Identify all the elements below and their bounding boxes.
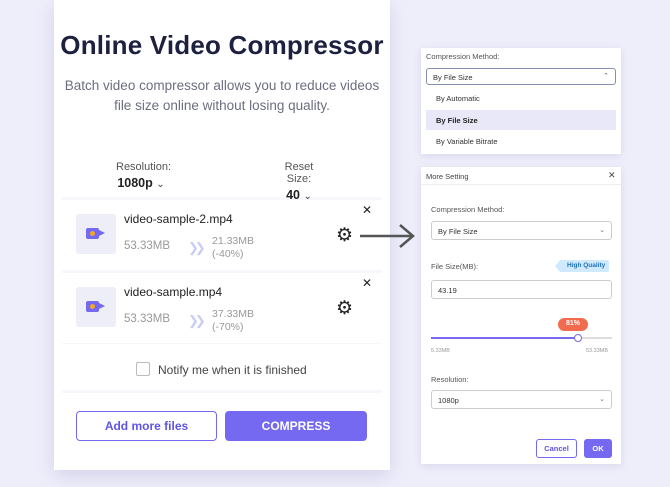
compress-button[interactable]: COMPRESS [225, 411, 367, 441]
resolution-value: 1080p [117, 176, 153, 190]
file-size-value: 43.19 [438, 286, 457, 295]
compression-method-dropdown: Compression Method: By File Size ⌃ By Au… [421, 48, 621, 154]
resolution-select[interactable]: Resolution: 1080p ⌄ [116, 161, 171, 190]
compressed-size: 21.33MB (-40%) [212, 235, 255, 260]
slider-percent-badge: 81% [558, 318, 588, 331]
ok-button[interactable]: OK [584, 439, 612, 458]
option-by-file-size[interactable]: By File Size [426, 110, 616, 130]
resolution-select[interactable]: 1080p ⌄ [431, 390, 612, 409]
gear-icon[interactable]: ⚙ [336, 226, 353, 245]
options-bar: Resolution: 1080p ⌄ Reset Size: 40 ⌄ [62, 150, 382, 202]
video-thumbnail-icon [76, 214, 116, 254]
dropdown-options: By Automatic By File Size By Variable Bi… [426, 88, 616, 154]
close-icon[interactable]: ✕ [362, 203, 372, 217]
notify-checkbox[interactable] [136, 362, 150, 376]
chevron-down-icon: ⌄ [156, 179, 165, 190]
arrow-right-icon [360, 224, 415, 248]
original-size: 53.33MB [124, 240, 171, 252]
method-select[interactable]: By File Size ⌄ [431, 221, 612, 240]
double-chevron-right-icon: ❯❯ [188, 240, 206, 255]
method-label: Compression Method: [431, 205, 505, 214]
resolution-label: Resolution: [431, 375, 469, 384]
slider-min-label: 5.33MB [431, 348, 450, 354]
chevron-up-icon: ⌃ [603, 73, 609, 80]
file-panel: Resolution: 1080p ⌄ Reset Size: 40 ⌄ vid… [62, 150, 382, 454]
file-size-slider[interactable] [431, 334, 612, 342]
resolution-label: Resolution: [116, 161, 172, 173]
notify-row: Notify me when it is finished [62, 344, 382, 390]
resolution-value: 1080p [438, 396, 459, 405]
slider-handle[interactable] [573, 334, 582, 342]
reset-size-select[interactable]: Reset Size: 40 ⌄ [272, 161, 326, 202]
dropdown-label: Compression Method: [426, 52, 500, 61]
original-size: 53.33MB [124, 313, 171, 325]
file-name: video-sample-2.mp4 [124, 212, 233, 226]
video-thumbnail-icon [76, 287, 116, 327]
method-value: By File Size [438, 227, 478, 236]
notify-label: Notify me when it is finished [158, 363, 307, 377]
file-name: video-sample.mp4 [124, 285, 223, 299]
action-bar: Add more files COMPRESS [62, 393, 382, 454]
dialog-title: More Setting [426, 172, 469, 181]
cancel-button[interactable]: Cancel [536, 439, 577, 458]
selected-value: By File Size [433, 73, 473, 82]
option-by-automatic[interactable]: By Automatic [426, 88, 616, 108]
chevron-down-icon: ⌄ [599, 396, 605, 403]
close-icon[interactable]: ✕ [608, 170, 616, 181]
compression-method-select[interactable]: By File Size ⌃ [426, 68, 616, 85]
page-title: Online Video Compressor [60, 30, 384, 60]
file-row: video-sample.mp4 53.33MB ❯❯ 37.33MB (-70%… [62, 273, 382, 343]
slider-max-label: 53.33MB [586, 348, 609, 354]
file-size-input[interactable]: 43.19 [431, 280, 612, 299]
double-chevron-right-icon: ❯❯ [188, 313, 206, 328]
slider-fill [431, 337, 578, 339]
option-by-variable-bitrate[interactable]: By Variable Bitrate [426, 131, 616, 151]
dialog-header: More Setting ✕ [421, 167, 621, 185]
file-size-label: File Size(MB): [431, 262, 479, 271]
compressed-size: 37.33MB (-70%) [212, 308, 255, 333]
close-icon[interactable]: ✕ [362, 276, 372, 290]
quality-badge: High Quality [554, 260, 610, 272]
file-row: video-sample-2.mp4 53.33MB ❯❯ 21.33MB (-4… [62, 200, 382, 270]
more-setting-dialog: More Setting ✕ Compression Method: By Fi… [421, 167, 621, 464]
chevron-down-icon: ⌄ [599, 227, 605, 234]
reset-size-label: Reset Size: [284, 161, 314, 185]
add-more-files-button[interactable]: Add more files [76, 411, 217, 441]
page-subtitle: Batch video compressor allows you to red… [64, 78, 380, 113]
gear-icon[interactable]: ⚙ [336, 299, 353, 318]
compressor-card: Online Video Compressor Batch video comp… [54, 0, 390, 470]
